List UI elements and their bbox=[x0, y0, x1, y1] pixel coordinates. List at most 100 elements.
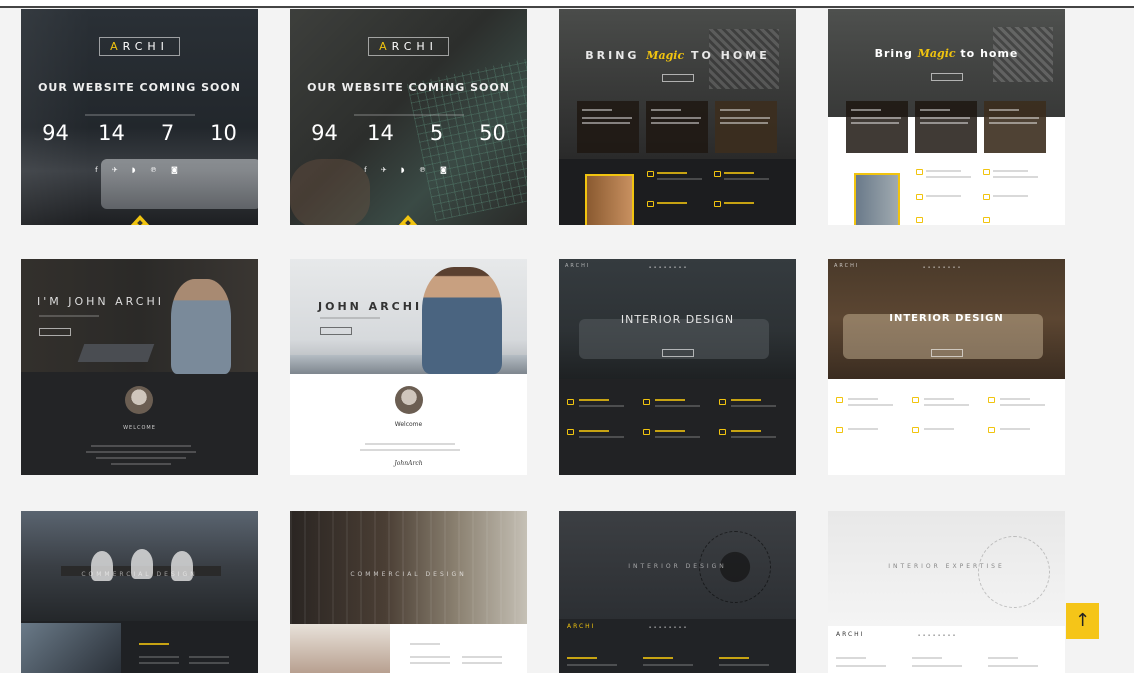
template-card-interior-expertise-light[interactable]: INTERIOR EXPERTISE ARCHI ▪ ▪ ▪ ▪ ▪ ▪ ▪ ▪ bbox=[828, 511, 1065, 673]
hero-button[interactable] bbox=[39, 328, 71, 336]
service-icon bbox=[988, 397, 995, 403]
service-icon bbox=[912, 427, 919, 433]
hero-title-script: Magic bbox=[646, 49, 685, 62]
countdown: 94 14 5 50 bbox=[302, 121, 515, 145]
countdown-days-value: 94 bbox=[42, 121, 69, 145]
avatar bbox=[125, 386, 153, 414]
logo-text: RCHI bbox=[391, 40, 438, 53]
logo[interactable]: ARCHI bbox=[368, 37, 449, 56]
service-icon bbox=[647, 201, 654, 207]
feature-box[interactable] bbox=[715, 101, 777, 153]
scroll-down-icon[interactable] bbox=[129, 215, 151, 225]
hero-button[interactable] bbox=[661, 349, 694, 357]
service-icon bbox=[836, 397, 843, 403]
hero-button[interactable] bbox=[661, 74, 694, 82]
countdown-days: 94 bbox=[33, 121, 78, 145]
hero-button[interactable] bbox=[930, 349, 963, 357]
template-card-bring-magic-light[interactable]: Bring Magic to home bbox=[828, 9, 1065, 225]
logo-text: RCHI bbox=[122, 40, 169, 53]
countdown-minutes-value: 5 bbox=[429, 121, 444, 145]
nav-menu[interactable]: ▪ ▪ ▪ ▪ ▪ ▪ ▪ ▪ bbox=[918, 633, 956, 637]
template-card-interior-dark[interactable]: ARCHI ▪ ▪ ▪ ▪ ▪ ▪ ▪ ▪ INTERIOR DESIGN bbox=[559, 259, 796, 475]
service-icon bbox=[643, 399, 650, 405]
person-photo bbox=[422, 267, 502, 374]
feature-box[interactable] bbox=[984, 101, 1046, 153]
person-photo bbox=[171, 279, 231, 374]
logo[interactable]: ARCHI bbox=[565, 263, 590, 269]
logo[interactable]: ARCHI bbox=[834, 263, 859, 269]
template-card-coming-soon-2[interactable]: ARCHI OUR WEBSITE COMING SOON 94 14 5 50… bbox=[290, 9, 527, 225]
template-card-john-archi-dark[interactable]: I'M JOHN ARCHI WELCOME bbox=[21, 259, 258, 475]
template-card-coming-soon-1[interactable]: ARCHI OUR WEBSITE COMING SOON 94 14 7 10… bbox=[21, 9, 258, 225]
hero-button-wrap bbox=[559, 342, 796, 361]
logo[interactable]: ARCHI bbox=[567, 623, 595, 630]
hero-title-part: to home bbox=[955, 47, 1019, 60]
coming-soon-title: OUR WEBSITE COMING SOON bbox=[307, 81, 510, 94]
service-icon bbox=[714, 201, 721, 207]
scroll-to-top-button[interactable]: ↑ bbox=[1066, 603, 1099, 639]
service-icon bbox=[983, 169, 990, 175]
hero-button[interactable] bbox=[930, 73, 963, 81]
coming-soon-title: OUR WEBSITE COMING SOON bbox=[38, 81, 241, 94]
scroll-down-icon[interactable] bbox=[397, 215, 419, 225]
plant-image bbox=[978, 536, 1050, 608]
hero-button[interactable] bbox=[320, 327, 352, 335]
logo-accent: A bbox=[110, 40, 123, 53]
logo[interactable]: ARCHI bbox=[99, 37, 180, 56]
service-icon bbox=[719, 429, 726, 435]
service-icon bbox=[643, 429, 650, 435]
template-card-commercial-light[interactable]: COMMERCIAL DESIGN bbox=[290, 511, 527, 673]
service-icon bbox=[912, 397, 919, 403]
countdown-seconds: 10 bbox=[201, 121, 246, 145]
countdown-seconds-value: 10 bbox=[210, 121, 237, 145]
service-icon bbox=[714, 171, 721, 177]
welcome-heading: Welcome bbox=[394, 421, 423, 428]
template-card-commercial-dark[interactable]: COMMERCIAL DESIGN bbox=[21, 511, 258, 673]
template-card-bring-magic-dark[interactable]: BRING Magic TO HOME bbox=[559, 9, 796, 225]
hero-button-wrap bbox=[828, 66, 1065, 85]
logo[interactable]: ARCHI bbox=[836, 631, 864, 638]
feature-box[interactable] bbox=[577, 101, 639, 153]
hero-title-part: TO HOME bbox=[684, 49, 770, 62]
countdown-days: 94 bbox=[302, 121, 347, 145]
service-icon bbox=[916, 217, 923, 223]
hero-title-part: BRING bbox=[585, 49, 647, 62]
hero-title: INTERIOR DESIGN bbox=[620, 313, 735, 326]
laptop-image bbox=[77, 344, 155, 362]
countdown-hours-value: 14 bbox=[98, 121, 125, 145]
lamp-image bbox=[290, 624, 390, 673]
nav-menu[interactable]: ▪ ▪ ▪ ▪ ▪ ▪ ▪ ▪ bbox=[649, 265, 687, 269]
hero-title: I'M JOHN ARCHI bbox=[37, 295, 164, 308]
avatar bbox=[395, 386, 423, 414]
countdown-minutes: 5 bbox=[414, 121, 459, 145]
countdown-seconds: 50 bbox=[470, 121, 515, 145]
staircase-image bbox=[854, 173, 900, 225]
template-card-interior-light[interactable]: ARCHI ▪ ▪ ▪ ▪ ▪ ▪ ▪ ▪ INTERIOR DESIGN bbox=[828, 259, 1065, 475]
template-card-interior-plants-dark[interactable]: INTERIOR DESIGN ARCHI ▪ ▪ ▪ ▪ ▪ ▪ ▪ ▪ bbox=[559, 511, 796, 673]
countdown-hours: 14 bbox=[89, 121, 134, 145]
feature-box[interactable] bbox=[846, 101, 908, 153]
hero-button-wrap bbox=[828, 342, 1065, 361]
hero-title: COMMERCIAL DESIGN bbox=[350, 571, 467, 578]
service-icon bbox=[647, 171, 654, 177]
service-icon bbox=[916, 194, 923, 200]
template-card-john-archi-light[interactable]: JOHN ARCHI Welcome JohnArch bbox=[290, 259, 527, 475]
hero-title: INTERIOR DESIGN bbox=[628, 563, 727, 570]
countdown-hours-value: 14 bbox=[367, 121, 394, 145]
countdown-hours: 14 bbox=[358, 121, 403, 145]
subtitle-line bbox=[21, 101, 258, 120]
feature-box[interactable] bbox=[646, 101, 708, 153]
nav-menu[interactable]: ▪ ▪ ▪ ▪ ▪ ▪ ▪ ▪ bbox=[923, 265, 961, 269]
hero-title: Bring Magic to home bbox=[828, 47, 1065, 60]
social-icons[interactable]: f ✈ ◗ ℗ ◙ bbox=[21, 166, 258, 174]
feature-box[interactable] bbox=[915, 101, 977, 153]
service-icon bbox=[719, 399, 726, 405]
countdown-minutes: 7 bbox=[145, 121, 190, 145]
service-icon bbox=[988, 427, 995, 433]
welcome-heading: WELCOME bbox=[123, 425, 156, 431]
logo-wrap: ARCHI bbox=[290, 35, 527, 56]
hero-title: COMMERCIAL DESIGN bbox=[81, 571, 198, 578]
service-icon bbox=[836, 427, 843, 433]
social-icons[interactable]: f ✈ ◗ ℗ ◙ bbox=[290, 166, 527, 174]
nav-menu[interactable]: ▪ ▪ ▪ ▪ ▪ ▪ ▪ ▪ bbox=[649, 625, 687, 629]
